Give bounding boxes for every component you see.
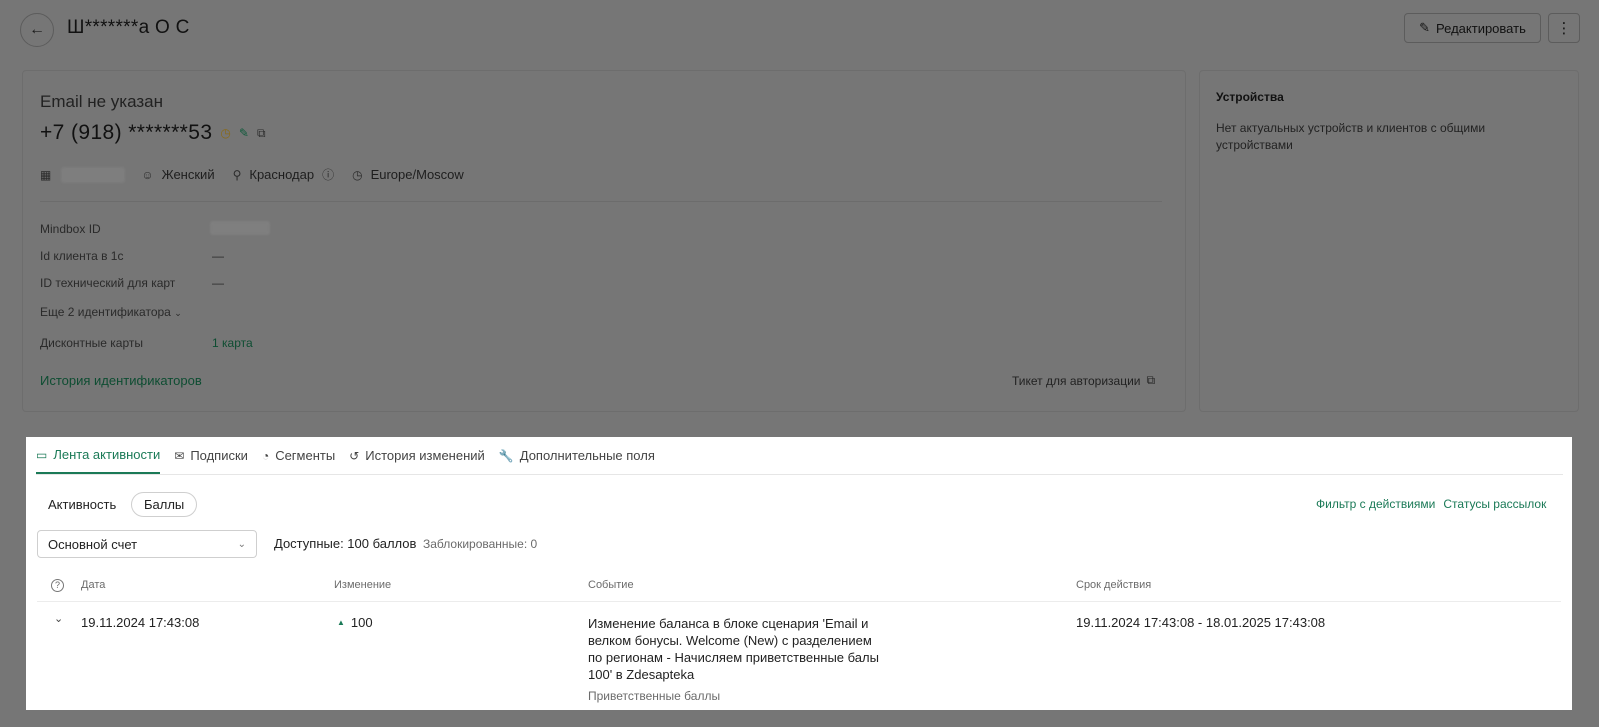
account-select[interactable]: Основной счет ⌄ bbox=[37, 530, 257, 558]
tab-change-history[interactable]: ↺ История изменений bbox=[349, 437, 485, 474]
discount-cards-link[interactable]: 1 карта bbox=[212, 336, 253, 350]
page-title: Ш*******а О С bbox=[67, 17, 190, 38]
discount-label: Дисконтные карты bbox=[40, 336, 143, 350]
kebab-menu-icon: ⋮ bbox=[1556, 20, 1572, 37]
filter-actions-link[interactable]: Фильтр с действиями bbox=[1316, 497, 1435, 511]
auth-ticket[interactable]: Тикет для авторизации ⧉ bbox=[1012, 373, 1155, 388]
divider bbox=[40, 201, 1162, 202]
location-pin-icon: ⚲ bbox=[232, 167, 242, 182]
back-button[interactable]: ← bbox=[20, 13, 54, 47]
tab-additional-fields[interactable]: 🔧 Дополнительные поля bbox=[499, 437, 655, 474]
help-icon[interactable]: ? bbox=[51, 579, 64, 592]
devices-empty-text: Нет актуальных устройств и клиентов с об… bbox=[1216, 121, 1486, 152]
help-icon[interactable]: ⓘ bbox=[322, 166, 334, 183]
devices-title: Устройства bbox=[1216, 90, 1284, 104]
client-phone: +7 (918) *******53 bbox=[40, 121, 213, 144]
subtab-points[interactable]: Баллы bbox=[131, 492, 198, 517]
tab-label: Дополнительные поля bbox=[519, 448, 655, 463]
row-event-type: Приветственные баллы bbox=[588, 689, 721, 703]
chevron-down-icon: ⌄ bbox=[237, 538, 246, 550]
tab-segments[interactable]: ◔ Сегменты bbox=[262, 437, 335, 474]
id-history-link[interactable]: История идентификаторов bbox=[40, 373, 202, 388]
triangle-up-icon: ▲ bbox=[337, 618, 345, 627]
expand-row-chevron-icon[interactable]: ⌄ bbox=[54, 612, 63, 625]
copy-icon: ⧉ bbox=[1146, 373, 1156, 387]
more-ids-label: Еще 2 идентификатора bbox=[40, 305, 171, 319]
monitor-icon: ▭ bbox=[36, 447, 48, 462]
calendar-icon: ▦ bbox=[40, 167, 52, 182]
id-label: ID технический для карт bbox=[40, 276, 176, 290]
clock-icon[interactable]: ◷ bbox=[220, 126, 230, 140]
row-change: ▲ 100 bbox=[337, 615, 373, 630]
row-date: 19.11.2024 17:43:08 bbox=[81, 615, 200, 630]
auth-ticket-label: Тикет для авторизации bbox=[1012, 373, 1141, 388]
tab-subscriptions[interactable]: ✉ Подписки bbox=[174, 437, 248, 474]
column-header-date: Дата bbox=[81, 579, 106, 591]
phone-row: +7 (918) *******53 ◷ ✎ ⧉ bbox=[40, 121, 266, 145]
row-validity: 19.11.2024 17:43:08 - 18.01.2025 17:43:0… bbox=[1076, 615, 1326, 630]
column-header-change: Изменение bbox=[334, 579, 392, 591]
arrow-left-icon: ← bbox=[29, 21, 45, 38]
mindbox-id-hidden bbox=[210, 221, 270, 235]
id-label: Id клиента в 1с bbox=[40, 249, 124, 263]
pencil-icon: ✎ bbox=[1419, 20, 1431, 35]
edit-button[interactable]: ✎ Редактировать bbox=[1404, 13, 1541, 43]
client-meta: ▦ ☺ Женский ⚲ Краснодар ⓘ ◷ Europe/Mosco… bbox=[40, 166, 482, 183]
clock-icon: ◷ bbox=[352, 167, 363, 182]
panel-links: Фильтр с действиями Статусы рассылок bbox=[1316, 497, 1546, 511]
timezone-item: ◷ Europe/Moscow bbox=[352, 167, 464, 182]
row-event: Изменение баланса в блоке сценария 'Emai… bbox=[588, 616, 879, 682]
wrench-icon: 🔧 bbox=[498, 448, 514, 463]
id-value: — bbox=[212, 249, 224, 263]
tab-label: История изменений bbox=[365, 448, 485, 463]
timezone-value: Europe/Moscow bbox=[370, 167, 464, 182]
subtab-activity[interactable]: Активность bbox=[48, 497, 116, 512]
copy-icon[interactable]: ⧉ bbox=[257, 126, 266, 141]
column-header-event: Событие bbox=[588, 579, 634, 591]
row-change-value: 100 bbox=[350, 615, 373, 630]
blocked-points: Заблокированные: 0 bbox=[423, 537, 538, 551]
chevron-down-icon: ⌄ bbox=[174, 308, 182, 318]
tab-bar: ▭ Лента активности ✉ Подписки ◔ Сегменты… bbox=[36, 437, 1563, 475]
tab-label: Сегменты bbox=[275, 448, 336, 463]
account-select-value: Основной счет bbox=[48, 536, 138, 552]
more-ids-toggle[interactable]: Еще 2 идентификатора ⌄ bbox=[40, 305, 182, 319]
tab-label: Лента активности bbox=[53, 447, 161, 462]
gender-item: ☺ Женский bbox=[141, 167, 214, 182]
user-circle-icon: ☺ bbox=[141, 167, 154, 182]
tab-activity-feed[interactable]: ▭ Лента активности bbox=[36, 437, 161, 474]
city-value: Краснодар bbox=[249, 167, 315, 182]
more-options-button[interactable]: ⋮ bbox=[1548, 13, 1580, 43]
id-value: — bbox=[212, 276, 224, 290]
tab-label: Подписки bbox=[190, 448, 248, 463]
city-item: ⚲ Краснодар ⓘ bbox=[233, 166, 335, 183]
client-email: Email не указан bbox=[40, 92, 164, 111]
column-header-validity: Срок действия bbox=[1076, 579, 1152, 591]
available-points: Доступные: 100 баллов bbox=[274, 536, 417, 551]
gender-value: Женский bbox=[161, 167, 215, 182]
history-icon: ↺ bbox=[349, 448, 360, 463]
id-label: Mindbox ID bbox=[40, 222, 101, 236]
edit-button-label: Редактировать bbox=[1436, 20, 1526, 36]
mail-icon: ✉ bbox=[174, 448, 185, 463]
pie-icon: ◔ bbox=[261, 448, 270, 463]
edit-phone-icon[interactable]: ✎ bbox=[239, 126, 249, 140]
birthdate-hidden bbox=[61, 166, 126, 183]
table-header-divider bbox=[37, 601, 1561, 602]
mailing-statuses-link[interactable]: Статусы рассылок bbox=[1443, 497, 1546, 511]
